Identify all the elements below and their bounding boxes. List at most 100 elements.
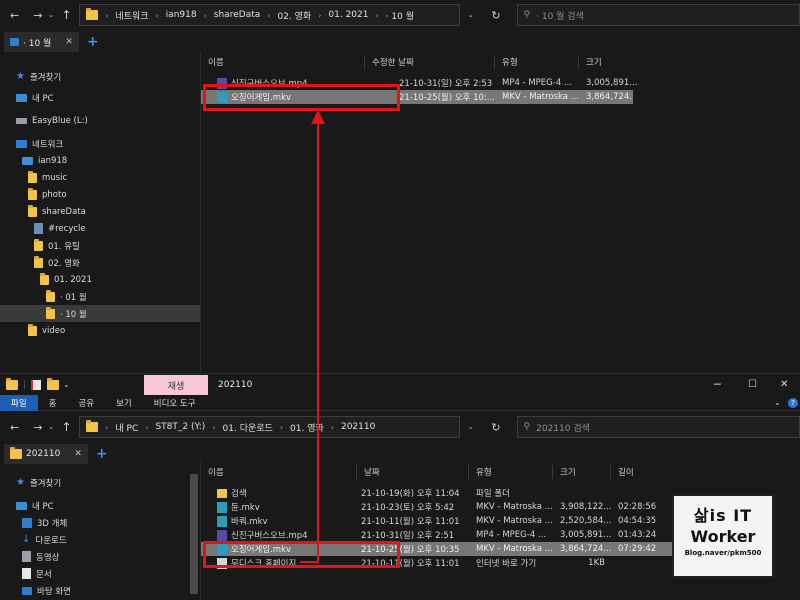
nav-movies[interactable]: 02. 영화 xyxy=(0,254,200,271)
nav-photo[interactable]: photo xyxy=(0,186,200,203)
properties-icon[interactable] xyxy=(31,379,42,390)
ribbon-tab-home[interactable]: 홈 xyxy=(38,395,68,411)
column-header-size[interactable]: 크기 xyxy=(553,465,611,479)
breadcrumb-item[interactable]: 01. 다운로드 xyxy=(223,421,273,434)
tab-202110[interactable]: 202110 ✕ xyxy=(4,444,88,464)
file-size: 3,908,122... xyxy=(560,502,611,512)
minimize-button[interactable]: ─ xyxy=(714,378,721,391)
column-header-date[interactable]: 수정한 날짜 xyxy=(365,55,495,69)
nav-label: EasyBlue (L:) xyxy=(32,115,88,126)
column-header-name[interactable]: 이름 xyxy=(201,55,365,69)
nav-video[interactable]: video xyxy=(0,322,200,339)
file-size: 3,005,891... xyxy=(586,78,638,88)
nav-quick-access[interactable]: ★ 즐겨찾기 xyxy=(0,68,200,85)
nav-2021[interactable]: 01. 2021 xyxy=(0,271,200,288)
nav-desktop[interactable]: 바탕 화면 xyxy=(0,582,200,599)
new-folder-icon[interactable] xyxy=(47,377,60,390)
tab-label: 202110 xyxy=(26,449,61,459)
tab-10-month[interactable]: · 10 월 ✕ xyxy=(4,32,79,52)
highlight-box-top xyxy=(203,84,400,111)
breadcrumb-item[interactable]: shareData xyxy=(214,10,260,20)
nav-ian918[interactable]: ian918 xyxy=(0,152,200,169)
quick-access-toolbar-dropdown-icon[interactable]: ⌄ xyxy=(63,380,70,389)
column-header-type[interactable]: 유형 xyxy=(469,465,553,479)
ribbon-tab-file[interactable]: 파일 xyxy=(0,394,38,411)
address-dropdown-icon[interactable]: ⌄ xyxy=(462,418,479,436)
nav-sharedata[interactable]: shareData xyxy=(0,203,200,220)
bottom-address-bar[interactable]: › 내 PC › ST8T_2 (Y:) › 01. 다운로드 › 01. 영화… xyxy=(79,416,461,438)
breadcrumb-item[interactable]: 내 PC xyxy=(115,421,138,434)
refresh-button[interactable]: ↻ xyxy=(487,418,504,436)
chevron-right-icon: › xyxy=(145,422,149,432)
nav-pane-scrollbar[interactable] xyxy=(190,474,198,594)
nav-3d-objects[interactable]: 3D 개체 xyxy=(0,514,200,531)
refresh-button[interactable]: ↻ xyxy=(487,6,504,24)
nav-01-month[interactable]: · 01 월 xyxy=(0,288,200,305)
chevron-right-icon: › xyxy=(212,422,216,432)
nav-easyblue-drive[interactable]: EasyBlue (L:) xyxy=(0,112,200,129)
expand-ribbon-icon[interactable]: ⌄ xyxy=(774,398,781,407)
breadcrumb-item[interactable]: 네트워크 xyxy=(115,9,148,22)
nav-videos[interactable]: 동영상 xyxy=(0,548,200,565)
top-search-box[interactable]: ⚲ · 10 월 검색 xyxy=(516,4,800,26)
breadcrumb-item[interactable]: · 10 월 xyxy=(386,9,414,22)
file-name-text: 듄.mkv xyxy=(231,503,260,513)
breadcrumb-item[interactable]: 02. 영화 xyxy=(277,9,311,22)
nav-this-pc[interactable]: 내 PC xyxy=(0,89,200,106)
nav-network[interactable]: 네트워크 xyxy=(0,135,200,152)
nav-music[interactable]: music xyxy=(0,169,200,186)
ribbon-tab-video-tools[interactable]: 비디오 도구 xyxy=(143,395,207,411)
column-header-type[interactable]: 유형 xyxy=(495,55,579,69)
star-icon: ★ xyxy=(16,71,25,82)
pc-icon xyxy=(16,93,27,102)
close-tab-icon[interactable]: ✕ xyxy=(74,449,82,459)
forward-button[interactable]: → xyxy=(29,6,46,24)
column-header-length[interactable]: 길이 xyxy=(611,465,671,479)
up-button[interactable]: ↑ xyxy=(58,418,75,436)
nav-label: 3D 개체 xyxy=(37,518,68,529)
back-button[interactable]: ← xyxy=(6,418,23,436)
breadcrumb-item[interactable]: 202110 xyxy=(341,422,375,432)
column-header-row: 이름 날짜 유형 크기 길이 xyxy=(201,462,800,482)
top-address-bar[interactable]: › 네트워크 › ian918 › shareData › 02. 영화 › 0… xyxy=(79,4,461,26)
file-date: 21-10-11(월) 오후 11:01 xyxy=(361,517,460,527)
close-tab-icon[interactable]: ✕ xyxy=(65,37,73,47)
recent-dropdown-icon[interactable]: ⌄ xyxy=(46,6,56,24)
ribbon-tab-share[interactable]: 공유 xyxy=(67,395,105,411)
file-length: 01:43:24 xyxy=(618,530,657,540)
close-button[interactable]: ✕ xyxy=(780,379,788,390)
chevron-right-icon: › xyxy=(267,10,271,20)
file-type: MKV - Matroska ... xyxy=(476,516,553,526)
bottom-nav-pane: ★ 즐겨찾기 내 PC 3D 개체 ↓ 다운로드 동영상 문서 바탕 화면 xyxy=(0,466,200,600)
breadcrumb-item[interactable]: 01. 2021 xyxy=(328,10,368,20)
breadcrumb-item[interactable]: ian918 xyxy=(166,10,197,20)
context-tab-play[interactable]: 재생 xyxy=(144,375,208,396)
nav-quick-access[interactable]: ★ 즐겨찾기 xyxy=(0,474,200,491)
help-icon[interactable]: ? xyxy=(788,397,798,408)
folder-icon xyxy=(34,238,43,251)
bottom-search-box[interactable]: ⚲ 202110 검색 xyxy=(516,416,800,438)
nav-label: video xyxy=(42,325,66,336)
new-tab-button[interactable]: + xyxy=(96,446,108,462)
up-button[interactable]: ↑ xyxy=(58,6,75,24)
logo-line-2: Worker xyxy=(690,527,756,546)
column-header-date[interactable]: 날짜 xyxy=(357,465,469,479)
nav-util[interactable]: 01. 유틸 xyxy=(0,237,200,254)
nav-10-month[interactable]: · 10 월 xyxy=(0,305,200,322)
address-dropdown-icon[interactable]: ⌄ xyxy=(462,6,479,24)
top-tabbar: · 10 월 ✕ + xyxy=(0,30,800,54)
nav-recycle[interactable]: #recycle xyxy=(0,220,200,237)
folder-icon xyxy=(28,204,37,217)
column-header-size[interactable]: 크기 xyxy=(579,55,631,69)
back-button[interactable]: ← xyxy=(6,6,23,24)
forward-button[interactable]: → xyxy=(29,418,46,436)
breadcrumb-item[interactable]: ST8T_2 (Y:) xyxy=(155,422,205,432)
ribbon-tab-view[interactable]: 보기 xyxy=(105,395,143,411)
nav-documents[interactable]: 문서 xyxy=(0,565,200,582)
maximize-button[interactable]: ☐ xyxy=(748,379,757,390)
search-placeholder: 202110 검색 xyxy=(536,423,590,434)
new-tab-button[interactable]: + xyxy=(87,34,99,50)
recent-dropdown-icon[interactable]: ⌄ xyxy=(46,418,56,436)
nav-this-pc[interactable]: 내 PC xyxy=(0,497,200,514)
nav-downloads[interactable]: ↓ 다운로드 xyxy=(0,531,200,548)
